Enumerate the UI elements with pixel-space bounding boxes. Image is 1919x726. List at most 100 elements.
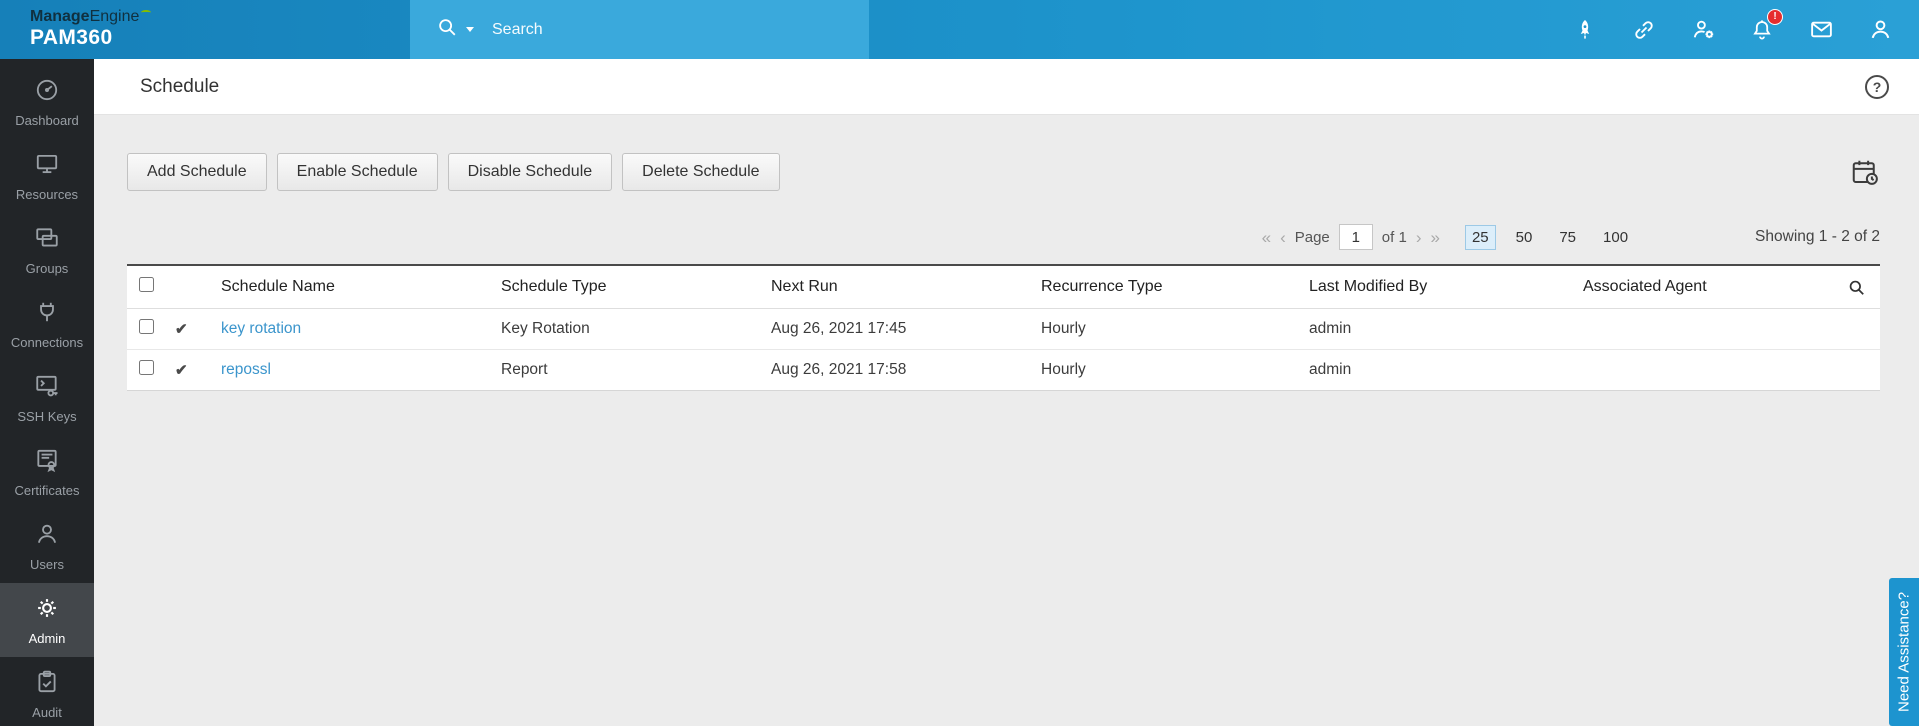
status-column-header: [167, 265, 213, 309]
sidebar-item-label: Admin: [28, 630, 66, 646]
sidebar-item-label: Groups: [25, 260, 69, 276]
content: Add Schedule Enable Schedule Disable Sch…: [94, 115, 1919, 391]
notifications-bell-icon[interactable]: !: [1749, 8, 1783, 43]
brand-logo[interactable]: Manage Engine PAM360: [0, 0, 410, 59]
page-size-options: 25 50 75 100: [1464, 224, 1635, 250]
recurrence-type-cell: Hourly: [1033, 308, 1301, 350]
brand-bold-text: Manage: [30, 8, 90, 26]
sidebar-item-connections[interactable]: Connections: [0, 287, 94, 361]
enabled-check-icon: ✔: [175, 320, 188, 338]
prev-page-icon[interactable]: ‹: [1280, 229, 1286, 246]
table-search-icon[interactable]: [1847, 278, 1866, 295]
pagination-row: « ‹ Page of 1 › » 25 50 75 100 Showing 1…: [127, 224, 1880, 250]
column-header-next-run: Next Run: [763, 265, 1033, 309]
page-title: Schedule: [140, 75, 220, 97]
schedule-grid: Schedule Name Schedule Type Next Run Rec…: [127, 264, 1880, 391]
page-header: Schedule ?: [94, 59, 1919, 115]
brand-rest-text: Engine: [89, 8, 140, 26]
page-label: Page: [1294, 228, 1330, 246]
plug-icon: [34, 299, 60, 328]
schedule-type-cell: Report: [493, 349, 763, 391]
schedule-name-link[interactable]: repossl: [221, 361, 271, 378]
main-area: Schedule ? Add Schedule Enable Schedule …: [94, 59, 1919, 726]
schedule-name-link[interactable]: key rotation: [221, 320, 301, 337]
row-checkbox[interactable]: [139, 360, 154, 375]
add-schedule-button[interactable]: Add Schedule: [127, 153, 267, 191]
sidebar-item-users[interactable]: Users: [0, 509, 94, 583]
table-row: ✔ key rotation Key Rotation Aug 26, 2021…: [127, 308, 1880, 350]
sidebar-item-ssh-keys[interactable]: SSH Keys: [0, 361, 94, 435]
ssh-key-icon: [34, 373, 60, 402]
product-name: PAM360: [30, 25, 113, 49]
certificate-icon: [34, 447, 60, 476]
page-of-label: of 1: [1381, 228, 1407, 246]
group-monitors-icon: [34, 225, 60, 254]
page-number-input[interactable]: [1338, 224, 1373, 250]
column-header-associated-agent: Associated Agent: [1575, 265, 1830, 309]
user-settings-icon[interactable]: [1690, 17, 1716, 43]
monitor-icon: [34, 151, 60, 180]
showing-count: Showing 1 - 2 of 2: [1755, 228, 1880, 245]
column-header-last-modified-by: Last Modified By: [1301, 265, 1575, 309]
table-row: ✔ repossl Report Aug 26, 2021 17:58 Hour…: [127, 349, 1880, 391]
next-run-cell: Aug 26, 2021 17:58: [763, 349, 1033, 391]
table-search-cell: [1830, 265, 1880, 309]
page-size-50[interactable]: 50: [1509, 225, 1540, 250]
table-header-row: Schedule Name Schedule Type Next Run Rec…: [127, 265, 1880, 309]
sidebar-item-label: Certificates: [14, 482, 80, 498]
need-assistance-tab[interactable]: Need Assistance?: [1889, 578, 1919, 726]
sidebar-item-label: Connections: [10, 334, 84, 350]
sidebar-item-groups[interactable]: Groups: [0, 213, 94, 287]
delete-schedule-button[interactable]: Delete Schedule: [622, 153, 780, 191]
rocket-icon[interactable]: [1572, 17, 1598, 43]
row-checkbox[interactable]: [139, 319, 154, 334]
brand-manageengine: Manage Engine: [30, 8, 410, 26]
next-page-icon[interactable]: ›: [1416, 229, 1422, 246]
enabled-check-icon: ✔: [175, 361, 188, 379]
sidebar-item-dashboard[interactable]: Dashboard: [0, 65, 94, 139]
sidebar-item-audit[interactable]: Audit: [0, 657, 94, 726]
last-page-icon[interactable]: »: [1430, 229, 1439, 246]
next-run-cell: Aug 26, 2021 17:45: [763, 308, 1033, 350]
page-size-100[interactable]: 100: [1596, 225, 1635, 250]
sidebar-item-label: Dashboard: [15, 112, 79, 128]
link-icon[interactable]: [1631, 17, 1657, 43]
notification-badge: !: [1767, 8, 1783, 25]
sidebar-item-resources[interactable]: Resources: [0, 139, 94, 213]
schedule-type-cell: Key Rotation: [493, 308, 763, 350]
select-all-checkbox[interactable]: [139, 277, 154, 292]
column-header-recurrence-type: Recurrence Type: [1033, 265, 1301, 309]
sidebar-item-label: SSH Keys: [17, 408, 77, 424]
calendar-history-icon[interactable]: [1850, 157, 1880, 187]
schedule-toolbar: Add Schedule Enable Schedule Disable Sch…: [127, 153, 1880, 191]
gear-icon: [34, 595, 60, 624]
first-page-icon[interactable]: «: [1262, 229, 1271, 246]
sidebar-item-certificates[interactable]: Certificates: [0, 435, 94, 509]
disable-schedule-button[interactable]: Disable Schedule: [447, 153, 613, 191]
enable-schedule-button[interactable]: Enable Schedule: [276, 153, 438, 191]
last-modified-by-cell: admin: [1301, 349, 1575, 391]
global-search[interactable]: [410, 0, 869, 59]
dashboard-icon: [34, 77, 60, 106]
column-header-schedule-type: Schedule Type: [493, 265, 763, 309]
pager: « ‹ Page of 1 › » 25 50 75 100: [1262, 224, 1635, 250]
last-modified-by-cell: admin: [1301, 308, 1575, 350]
schedule-table: Schedule Name Schedule Type Next Run Rec…: [127, 264, 1880, 391]
clipboard-check-icon: [34, 669, 60, 698]
help-icon[interactable]: ?: [1865, 74, 1889, 99]
associated-agent-cell: [1575, 308, 1830, 350]
page-size-75[interactable]: 75: [1552, 225, 1583, 250]
recurrence-type-cell: Hourly: [1033, 349, 1301, 391]
mail-icon[interactable]: [1808, 17, 1834, 43]
page-size-25[interactable]: 25: [1464, 224, 1496, 250]
sidebar-item-label: Resources: [15, 186, 79, 202]
sidebar-item-label: Users: [30, 556, 64, 572]
search-icon: [436, 16, 458, 43]
sidebar-item-admin[interactable]: Admin: [0, 583, 94, 657]
profile-icon[interactable]: [1867, 17, 1893, 43]
search-input[interactable]: [490, 19, 810, 40]
sidebar: Dashboard Resources Groups Connections S…: [0, 59, 94, 726]
brand-swoosh-icon: [141, 10, 152, 15]
search-scope-caret-icon[interactable]: [466, 27, 474, 32]
users-icon: [34, 521, 60, 550]
